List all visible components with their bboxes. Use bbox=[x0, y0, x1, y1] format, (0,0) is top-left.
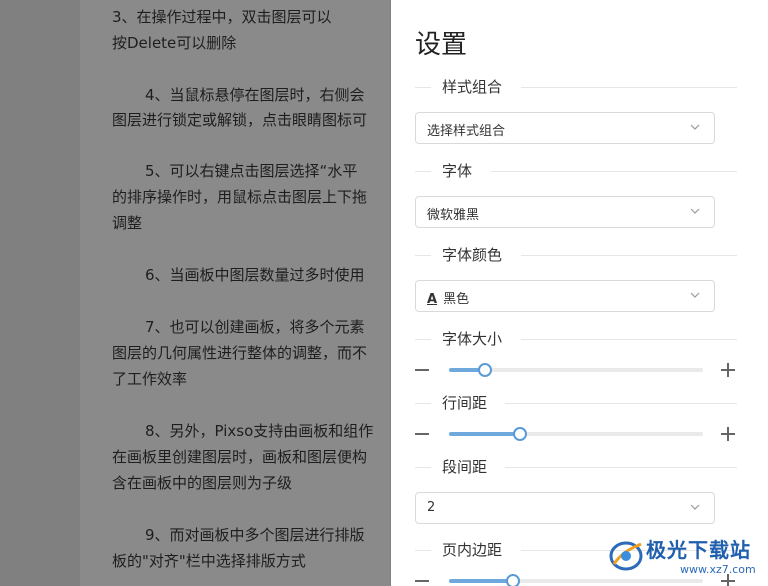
style-group-select[interactable]: 选择样式组合 bbox=[415, 112, 715, 144]
slider-track[interactable] bbox=[449, 427, 703, 441]
divider bbox=[505, 403, 737, 404]
doc-line: 了工作效率 bbox=[112, 370, 188, 388]
chevron-down-icon bbox=[690, 124, 700, 130]
doc-line: 的排序操作时，用鼠标点击图层上下拖 bbox=[112, 188, 368, 206]
divider bbox=[521, 255, 737, 256]
doc-line: 9、而对画板中多个图层进行排版 bbox=[145, 526, 365, 544]
divider bbox=[415, 467, 431, 468]
divider bbox=[415, 339, 431, 340]
minus-icon[interactable] bbox=[415, 433, 429, 435]
font-color-select[interactable]: A 黑色 bbox=[415, 280, 715, 312]
font-color-value: 黑色 bbox=[443, 292, 470, 307]
font-value: 微软雅黑 bbox=[427, 208, 480, 223]
doc-line: 按Delete可以删除 bbox=[112, 34, 237, 52]
slider-thumb[interactable] bbox=[477, 363, 492, 377]
paragraph-spacing-value: 2 bbox=[427, 500, 436, 515]
watermark-url: www.xz7.com bbox=[680, 563, 756, 576]
font-size-slider bbox=[415, 360, 737, 380]
panel-title: 设置 bbox=[415, 30, 468, 60]
font-select[interactable]: 微软雅黑 bbox=[415, 196, 715, 228]
settings-panel: 设置 样式组合 选择样式组合 字体 微软雅黑 字体颜色 A 黑色 字体大小 行间… bbox=[391, 0, 768, 586]
chevron-down-icon bbox=[690, 208, 700, 214]
page-padding-label: 页内边距 bbox=[442, 541, 503, 559]
aurora-logo-icon bbox=[609, 541, 643, 571]
watermark-logo: 极光下载站 www.xz7.com bbox=[606, 530, 766, 582]
document-page: 3、在操作过程中，双击图层可以 按Delete可以删除 4、当鼠标悬停在图层时，… bbox=[80, 0, 390, 586]
divider bbox=[491, 171, 737, 172]
minus-icon[interactable] bbox=[415, 580, 429, 582]
font-label: 字体 bbox=[442, 162, 473, 180]
font-size-label: 字体大小 bbox=[442, 330, 503, 348]
divider bbox=[415, 171, 431, 172]
section-font-size: 字体大小 bbox=[415, 328, 737, 350]
slider-thumb[interactable] bbox=[505, 574, 520, 586]
doc-line: 板的"对齐"栏中选择排版方式 bbox=[112, 552, 306, 570]
section-font-color: 字体颜色 bbox=[415, 244, 737, 266]
plus-icon[interactable] bbox=[721, 363, 735, 377]
divider bbox=[521, 339, 737, 340]
paragraph-spacing-select[interactable]: 2 bbox=[415, 492, 715, 524]
font-color-icon: A bbox=[427, 292, 438, 307]
divider bbox=[415, 550, 431, 551]
slider-fill bbox=[449, 579, 513, 583]
divider bbox=[415, 255, 431, 256]
slider-fill bbox=[449, 432, 521, 436]
doc-line: 8、另外，Pixso支持由画板和组作 bbox=[145, 422, 374, 440]
divider bbox=[505, 467, 737, 468]
section-font: 字体 bbox=[415, 160, 737, 182]
doc-line: 调整 bbox=[112, 214, 143, 232]
font-color-value-wrap: A 黑色 bbox=[427, 288, 469, 307]
style-group-label: 样式组合 bbox=[442, 78, 503, 96]
doc-line: 6、当画板中图层数量过多时使用 bbox=[145, 266, 365, 284]
slider-track[interactable] bbox=[449, 363, 703, 377]
divider bbox=[415, 87, 431, 88]
section-paragraph-spacing: 段间距 bbox=[415, 456, 737, 478]
minus-icon[interactable] bbox=[415, 369, 429, 371]
doc-line: 3、在操作过程中，双击图层可以 bbox=[112, 8, 332, 26]
divider bbox=[415, 403, 431, 404]
line-spacing-label: 行间距 bbox=[442, 394, 488, 412]
doc-line: 图层进行锁定或解锁，点击眼睛图标可 bbox=[112, 111, 368, 129]
doc-line: 在画板里创建图层时，画板和图层便构 bbox=[112, 448, 368, 466]
slider-thumb[interactable] bbox=[513, 427, 528, 441]
chevron-down-icon bbox=[690, 504, 700, 510]
plus-icon[interactable] bbox=[721, 427, 735, 441]
divider bbox=[521, 87, 737, 88]
section-style-group: 样式组合 bbox=[415, 76, 737, 98]
doc-line: 图层的几何属性进行整体的调整，而不 bbox=[112, 344, 368, 362]
doc-line: 4、当鼠标悬停在图层时，右侧会 bbox=[145, 86, 365, 104]
font-color-label: 字体颜色 bbox=[442, 246, 503, 264]
doc-line: 5、可以右键点击图层选择“水平 bbox=[145, 162, 358, 180]
watermark-text: 极光下载站 bbox=[646, 538, 751, 562]
paragraph-spacing-label: 段间距 bbox=[442, 458, 488, 476]
section-line-spacing: 行间距 bbox=[415, 392, 737, 414]
doc-line: 7、也可以创建画板，将多个元素 bbox=[145, 318, 365, 336]
style-group-value: 选择样式组合 bbox=[427, 124, 506, 139]
doc-line: 含在画板中的图层则为子级 bbox=[112, 474, 293, 492]
chevron-down-icon bbox=[690, 292, 700, 298]
line-spacing-slider bbox=[415, 424, 737, 444]
